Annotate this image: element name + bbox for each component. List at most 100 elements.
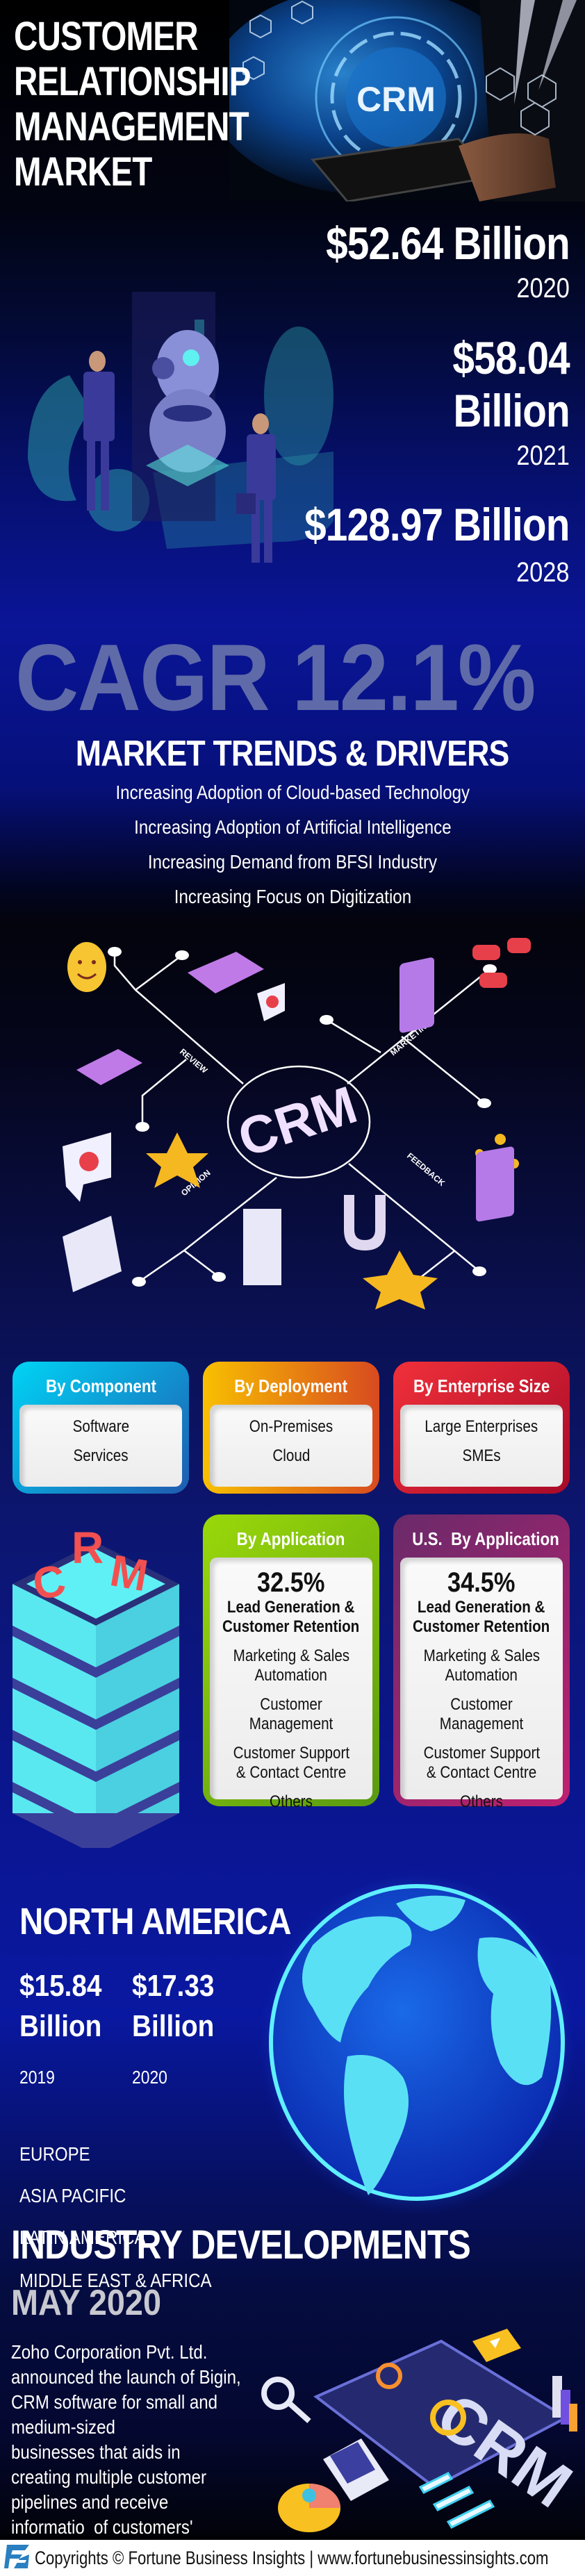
card-us-by-application: U.S. By Application 34.5% Lead Generatio… <box>393 1514 570 1811</box>
developments-date: MAY 2020 <box>11 2283 161 2323</box>
card-body: On-Premises Cloud <box>210 1405 372 1487</box>
application-share-label: Lead Generation & <box>227 1598 355 1617</box>
server-crm-r: R <box>72 1523 104 1573</box>
hero-illustration: CRM <box>229 0 585 201</box>
card-by-deployment: By Deployment On-Premises Cloud <box>203 1362 379 1494</box>
stat-value: $128.97 Billion <box>304 499 570 550</box>
footer-copyright-text: Copyrights © Fortune Business Insights |… <box>35 2547 549 2568</box>
cagr-label: CAGR 12.1% <box>15 625 536 730</box>
segment-item: Others <box>270 1792 313 1811</box>
segment-item: Customer Support <box>233 1744 349 1762</box>
na-unit-2020: Billion <box>132 2009 215 2043</box>
na-value-2020: $17.33 <box>132 1969 215 2003</box>
card-body: Software Services <box>19 1405 182 1487</box>
hero-crm-text: CRM <box>356 80 436 119</box>
segment-item: Cloud <box>272 1446 310 1465</box>
hero-title-line: MANAGEMENT <box>14 104 249 149</box>
laptop-icon <box>63 1216 122 1292</box>
fortune-business-insights-logo-icon <box>4 2543 31 2573</box>
us-application-share-label: Customer Retention <box>413 1617 550 1636</box>
developments-line: medium-sized <box>11 2416 115 2438</box>
na-year-2019: 2019 <box>19 2067 55 2088</box>
crm-flow-diagram: REVIEW MARKETING OPINION FEEDBACK CRM <box>0 846 585 1313</box>
tablet-gift-icon <box>243 1209 281 1285</box>
segment-item: Customer <box>260 1695 322 1714</box>
card-body: 32.5% Lead Generation & Customer Retenti… <box>210 1558 372 1811</box>
card-title: By Component <box>45 1376 156 1396</box>
segment-item: & Contact Centre <box>236 1763 347 1782</box>
star-icon-2 <box>363 1250 438 1310</box>
trend-item: Increasing Focus on Digitization <box>174 886 411 907</box>
segment-item: On-Premises <box>249 1417 333 1436</box>
na-year-2020: 2020 <box>132 2067 167 2088</box>
region-asia-pacific: ASIA PACIFIC <box>19 2185 126 2206</box>
card-title: By Enterprise Size <box>413 1376 550 1396</box>
segment-item: SMEs <box>462 1446 501 1465</box>
segment-item: Software <box>72 1417 129 1436</box>
globe-illustration <box>257 1869 577 2216</box>
smiley-icon <box>67 942 106 992</box>
developments-line: informatio of customers' <box>11 2516 193 2538</box>
segment-item: Management <box>439 1715 524 1733</box>
segment-item: Automation <box>254 1666 328 1685</box>
developments-title: INDUSTRY DEVELOPMENTS <box>11 2222 471 2268</box>
na-unit-2019: Billion <box>19 2009 102 2043</box>
developments-text: Zoho Corporation Pvt. Ltd. announced the… <box>11 2340 274 2565</box>
developments-line: businesses that aids in <box>11 2441 181 2463</box>
segment-item: Automation <box>445 1666 518 1685</box>
application-share-label: Customer Retention <box>222 1617 360 1636</box>
crm-server-illustration: C R M <box>6 1508 186 1855</box>
developments-line: pipelines and receive <box>11 2491 169 2513</box>
stat-value: $52.64 Billion <box>326 217 570 269</box>
hero-title-line: MARKET <box>14 149 152 195</box>
card-by-component: By Component Software Services <box>13 1362 189 1494</box>
us-application-share-pct: 34.5% <box>447 1567 516 1598</box>
us-application-share-label: Lead Generation & <box>418 1598 545 1617</box>
segment-item: Marketing & Sales <box>423 1646 540 1665</box>
phone-rating-icon <box>476 1146 514 1222</box>
hero-title-line: RELATIONSHIP <box>14 59 252 104</box>
stat-2021: $58.04 Billion 2021 <box>434 333 570 471</box>
stat-year: 2021 <box>516 440 570 471</box>
stat-value: $58.04 <box>452 332 570 383</box>
segment-item: & Contact Centre <box>426 1763 537 1782</box>
card-by-enterprise-size: By Enterprise Size Large Enterprises SME… <box>393 1362 570 1494</box>
card-title: U.S. By Application <box>412 1528 559 1549</box>
branch-label-feedback: FEEDBACK <box>405 1151 447 1189</box>
phone-icon <box>399 957 434 1033</box>
tablet-icon <box>188 952 264 993</box>
stat-year: 2020 <box>516 273 570 304</box>
trends-title: MARKET TRENDS & DRIVERS <box>76 734 510 774</box>
stat-value-unit: Billion <box>453 385 570 436</box>
segment-item: Customer Support <box>423 1744 540 1762</box>
developments-line: creating multiple customer <box>11 2466 207 2488</box>
trend-item: Increasing Adoption of Artificial Intell… <box>133 816 452 838</box>
rating-bubbles-icon <box>472 938 531 988</box>
review-device-icon <box>76 1049 142 1085</box>
card-by-application: By Application 32.5% Lead Generation & C… <box>203 1514 379 1811</box>
crm-dashboard-illustration: CRM <box>261 2313 584 2536</box>
segment-item: Services <box>73 1446 129 1465</box>
region-europe: EUROPE <box>19 2143 90 2165</box>
application-share-pct: 32.5% <box>257 1567 325 1598</box>
developments-line: Zoho Corporation Pvt. Ltd. <box>11 2341 208 2363</box>
footer: Copyrights © Fortune Business Insights |… <box>0 2540 585 2576</box>
segment-item: Customer <box>450 1695 513 1714</box>
region-lead-title: NORTH AMERICA <box>19 1901 292 1942</box>
magnet-icon <box>344 1195 386 1250</box>
developments-line: CRM software for small and <box>11 2391 218 2413</box>
trend-item: Increasing Adoption of Cloud-based Techn… <box>115 782 470 803</box>
hero-title-line: CUSTOMER <box>14 14 199 59</box>
segment-item: Management <box>249 1715 333 1733</box>
card-body: Large Enterprises SMEs <box>400 1405 563 1487</box>
segment-item: Others <box>460 1792 503 1811</box>
card-title: By Deployment <box>234 1376 348 1396</box>
card-body: 34.5% Lead Generation & Customer Retenti… <box>400 1558 563 1811</box>
stat-year: 2028 <box>516 557 570 588</box>
hero-title: CUSTOMER RELATIONSHIP MANAGEMENT MARKET <box>14 14 252 195</box>
card-title: By Application <box>237 1528 345 1549</box>
stat-2028: $128.97 Billion 2028 <box>261 500 570 588</box>
na-value-2019: $15.84 <box>19 1969 102 2003</box>
stat-2020: $52.64 Billion 2020 <box>286 219 570 304</box>
segment-item: Marketing & Sales <box>233 1646 349 1665</box>
